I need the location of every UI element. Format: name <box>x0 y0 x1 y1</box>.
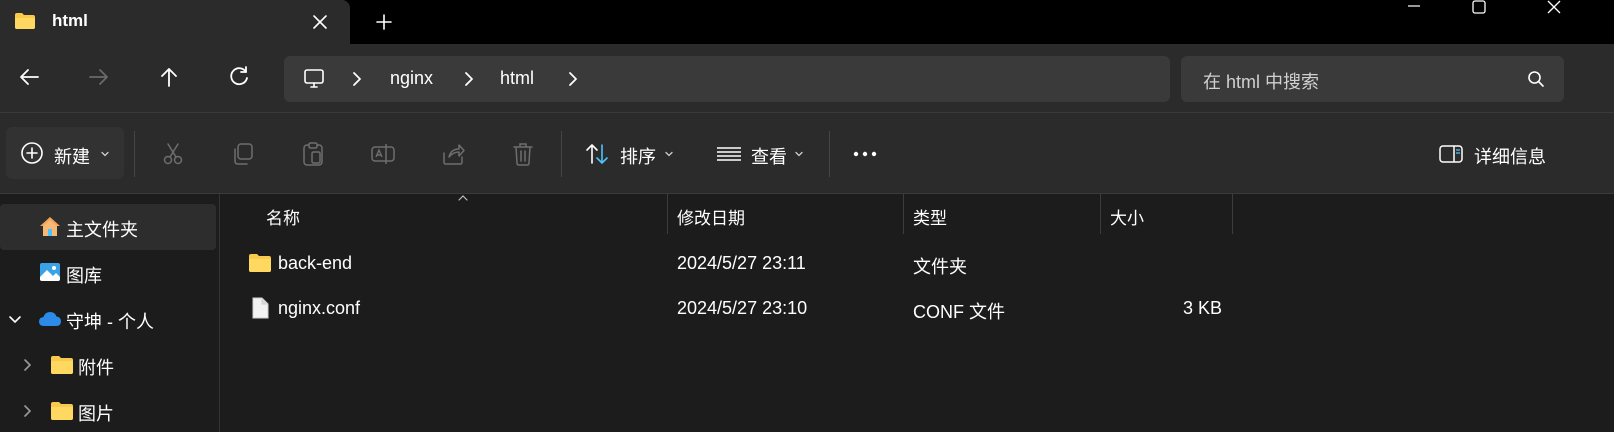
chevron-right-icon[interactable] <box>20 358 34 372</box>
view-list-icon[interactable] <box>716 141 742 167</box>
breadcrumb-html[interactable]: html <box>500 68 534 89</box>
details-pane-icon[interactable] <box>1438 141 1464 167</box>
chevron-right-icon[interactable] <box>348 70 366 88</box>
column-header-label: 名称 <box>266 209 300 228</box>
sidebar-item-label: 图库 <box>66 266 102 286</box>
cut-icon[interactable] <box>160 141 186 167</box>
sidebar-item-home[interactable]: 主文件夹 <box>0 204 216 250</box>
folder-icon <box>51 402 73 420</box>
chevron-down-icon[interactable] <box>794 149 804 159</box>
search-icon[interactable] <box>1527 70 1545 88</box>
search-placeholder: 在 html 中搜索 <box>1203 72 1320 92</box>
back-arrow-icon[interactable] <box>14 62 44 92</box>
toolbar-divider <box>561 131 562 177</box>
add-circle-icon <box>21 142 43 164</box>
search-input[interactable]: 在 html 中搜索 <box>1181 56 1564 102</box>
file-modified: 2024/5/27 23:11 <box>677 253 806 273</box>
navigation-pane: 主文件夹 图库 守坤 - 个人 附件 图片 <box>0 194 220 432</box>
column-header-size[interactable]: 大小 <box>1100 194 1232 234</box>
file-modified: 2024/5/27 23:10 <box>677 298 808 318</box>
navigation-row: nginx html 在 html 中搜索 <box>0 44 1614 112</box>
onedrive-icon <box>39 312 61 326</box>
title-bar: html <box>0 0 1614 44</box>
share-icon[interactable] <box>440 141 466 167</box>
minimize-icon[interactable] <box>1390 0 1438 20</box>
folder-icon <box>249 254 271 272</box>
sidebar-item-onedrive[interactable]: 守坤 - 个人 <box>0 296 216 342</box>
this-pc-icon[interactable] <box>302 67 326 91</box>
address-bar[interactable]: nginx html <box>284 56 1170 102</box>
view-button[interactable]: 查看 <box>751 143 787 169</box>
up-arrow-icon[interactable] <box>154 62 184 92</box>
file-type: 文件夹 <box>913 257 967 277</box>
chevron-right-icon[interactable] <box>564 70 582 88</box>
sidebar-item-gallery[interactable]: 图库 <box>0 250 216 296</box>
chevron-down-icon[interactable] <box>8 312 22 326</box>
folder-icon <box>51 356 73 374</box>
paste-icon[interactable] <box>300 141 326 167</box>
column-header-label: 大小 <box>1110 209 1144 228</box>
close-tab-icon[interactable] <box>306 8 334 36</box>
sidebar-item-label: 附件 <box>78 358 114 378</box>
file-name: nginx.conf <box>278 298 361 318</box>
table-row[interactable]: back-end 2024/5/27 23:11 文件夹 <box>220 241 1614 285</box>
more-options-icon[interactable] <box>852 141 878 167</box>
chevron-right-icon[interactable] <box>460 70 478 88</box>
delete-icon[interactable] <box>510 141 536 167</box>
sidebar-item-label: 主文件夹 <box>66 220 138 240</box>
new-tab-icon[interactable] <box>370 8 398 36</box>
sort-button[interactable]: 排序 <box>620 143 656 169</box>
new-button-label: 新建 <box>54 147 90 167</box>
column-header-label: 类型 <box>913 209 947 228</box>
column-header-type[interactable]: 类型 <box>903 194 1100 234</box>
forward-arrow-icon[interactable] <box>84 62 114 92</box>
folder-icon <box>15 13 35 29</box>
breadcrumb-nginx[interactable]: nginx <box>390 68 433 89</box>
refresh-icon[interactable] <box>224 62 254 92</box>
command-bar: 新建 排序 查看 详细信息 <box>0 112 1614 194</box>
file-list: 名称 修改日期 类型 大小 back-end 2024/5/27 23:11 文… <box>220 194 1614 432</box>
toolbar-divider <box>829 131 830 177</box>
maximize-icon[interactable] <box>1455 0 1503 20</box>
column-header-modified[interactable]: 修改日期 <box>667 194 903 234</box>
column-header-name[interactable]: 名称 <box>220 194 667 234</box>
home-icon <box>40 217 60 236</box>
copy-icon[interactable] <box>230 141 256 167</box>
sidebar-item-label: 守坤 - 个人 <box>66 312 154 332</box>
tab-html[interactable]: html <box>0 0 350 44</box>
sidebar-item-attachments[interactable]: 附件 <box>0 342 216 388</box>
column-divider[interactable] <box>1232 194 1233 234</box>
table-row[interactable]: nginx.conf 2024/5/27 23:10 CONF 文件 3 KB <box>220 286 1614 330</box>
column-header-label: 修改日期 <box>677 209 745 228</box>
new-button[interactable]: 新建 <box>6 127 124 179</box>
rename-icon[interactable] <box>370 141 396 167</box>
toolbar-divider <box>134 131 135 177</box>
file-type: CONF 文件 <box>913 302 1005 322</box>
sidebar-item-pictures[interactable]: 图片 <box>0 388 216 432</box>
gallery-icon <box>40 263 60 281</box>
file-icon <box>252 297 269 319</box>
sidebar-item-label: 图片 <box>78 404 114 424</box>
details-button[interactable]: 详细信息 <box>1474 143 1546 169</box>
chevron-right-icon[interactable] <box>20 404 34 418</box>
close-window-icon[interactable] <box>1530 0 1578 20</box>
chevron-down-icon[interactable] <box>664 149 674 159</box>
file-size: 3 KB <box>1182 298 1222 318</box>
chevron-down-icon <box>101 151 109 157</box>
file-name: back-end <box>278 253 353 273</box>
sort-icon[interactable] <box>584 141 610 167</box>
tab-title: html <box>52 11 88 30</box>
